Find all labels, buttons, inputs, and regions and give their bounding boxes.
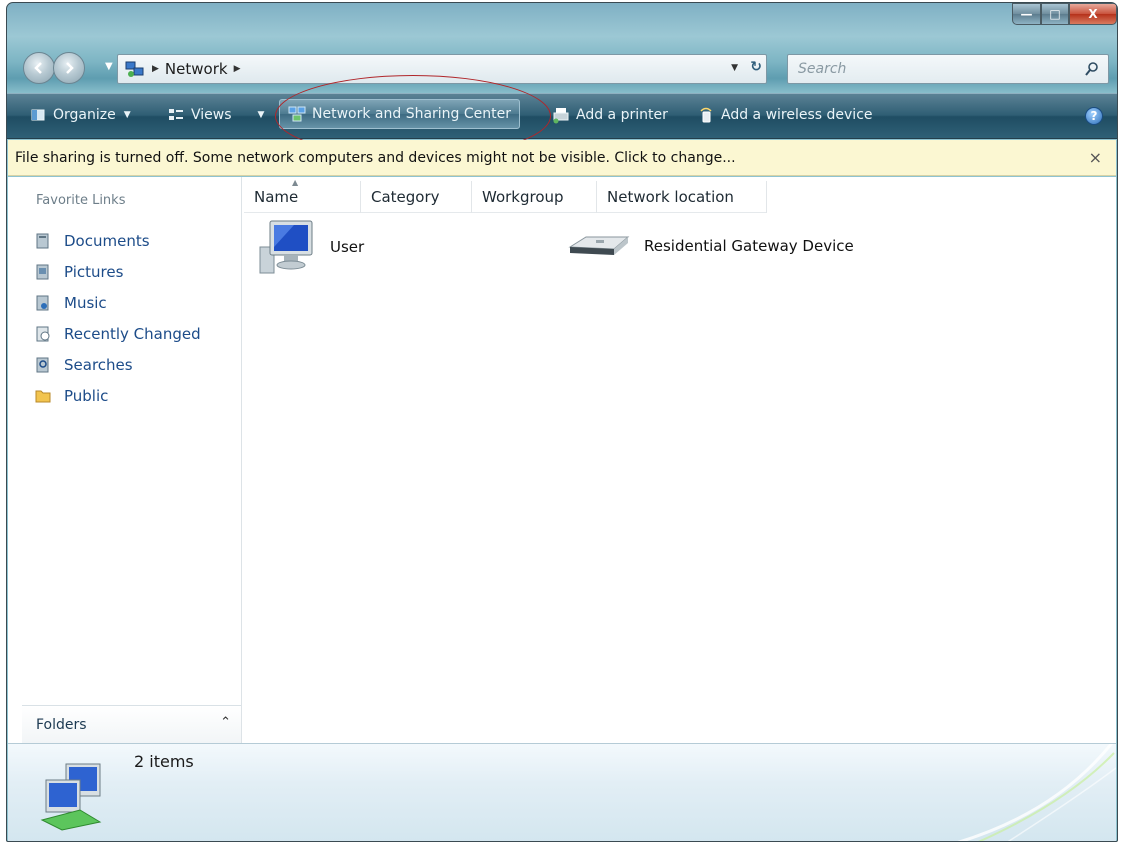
network-computers-icon [40, 763, 102, 831]
column-header-label: Name [254, 188, 299, 206]
views-button[interactable]: Views ▼ [167, 106, 264, 124]
content-area: Favorite Links Documents Pictures Music … [8, 177, 1116, 743]
caption-buttons: — □ X [1012, 3, 1117, 25]
recently-changed-icon [36, 326, 50, 341]
chevron-down-icon: ▼ [257, 110, 265, 120]
column-header-workgroup[interactable]: Workgroup [472, 181, 597, 213]
favorite-links-title: Favorite Links [36, 193, 126, 208]
pictures-icon [36, 264, 49, 279]
file-item-label: Residential Gateway Device [644, 237, 854, 255]
network-sharing-center-button[interactable]: Network and Sharing Center [279, 99, 521, 129]
searches-icon [36, 357, 49, 372]
organize-button[interactable]: Organize ▼ [29, 106, 131, 124]
help-icon[interactable]: ? [1085, 107, 1103, 125]
chevron-down-icon: ▼ [123, 110, 131, 120]
sidebar-item-label: Documents [64, 231, 150, 250]
navigation-pane: Favorite Links Documents Pictures Music … [22, 177, 242, 743]
music-icon [36, 295, 49, 310]
network-icon [124, 59, 146, 79]
decorative-swoosh [957, 744, 1116, 841]
network-sharing-center-label: Network and Sharing Center [312, 106, 512, 122]
forward-button[interactable] [53, 52, 85, 84]
back-arrow-icon [34, 62, 42, 74]
close-button[interactable]: X [1069, 3, 1117, 25]
address-bar[interactable]: ▶ Network ▶ ▼ ↻ [117, 54, 767, 84]
list-item[interactable]: Residential Gateway Device [566, 231, 854, 261]
forward-arrow-icon [66, 62, 74, 74]
explorer-window: — □ X ▼ ▶ Network ▶ ▼ ↻ Search Organize … [6, 2, 1118, 842]
sidebar-item-music[interactable]: Music [22, 287, 201, 318]
sidebar-item-public[interactable]: Public [22, 380, 201, 411]
item-count: 2 items [134, 752, 194, 771]
back-button[interactable] [23, 52, 55, 84]
add-printer-label: Add a printer [576, 107, 668, 123]
add-wireless-device-button[interactable]: Add a wireless device [697, 106, 873, 124]
network-sharing-center-icon [288, 106, 306, 122]
sidebar-item-label: Recently Changed [64, 324, 201, 343]
folders-toggle-bar[interactable]: Folders ⌃ [22, 705, 241, 743]
sidebar-item-label: Pictures [64, 262, 124, 281]
organize-label: Organize [53, 107, 116, 123]
chevron-up-icon[interactable]: ⌃ [220, 715, 231, 730]
breadcrumb-separator[interactable]: ▶ [234, 64, 241, 74]
folders-label: Folders [36, 716, 87, 733]
search-icon[interactable] [1084, 61, 1100, 77]
views-label: Views [191, 107, 232, 123]
details-pane: 2 items [8, 743, 1116, 841]
wireless-device-icon [700, 107, 712, 123]
search-placeholder: Search [798, 61, 847, 77]
navigation-row: ▼ ▶ Network ▶ ▼ ↻ Search [7, 47, 1117, 89]
organize-icon [31, 109, 45, 121]
printer-icon [553, 108, 569, 124]
sidebar-item-label: Music [64, 293, 107, 312]
sidebar-item-documents[interactable]: Documents [22, 225, 201, 256]
computer-icon [259, 220, 313, 274]
column-header-label: Network location [607, 188, 734, 206]
breadcrumb-network[interactable]: Network [165, 60, 228, 78]
views-icon [169, 109, 183, 120]
sidebar-item-searches[interactable]: Searches [22, 349, 201, 380]
sidebar-item-recently-changed[interactable]: Recently Changed [22, 318, 201, 349]
add-wireless-device-label: Add a wireless device [721, 107, 873, 123]
sort-indicator-icon: ▲ [292, 178, 299, 187]
sidebar-item-pictures[interactable]: Pictures [22, 256, 201, 287]
folder-icon [35, 390, 51, 402]
file-item-label: User [330, 238, 365, 256]
column-header-label: Category [371, 188, 440, 206]
column-header-category[interactable]: Category [361, 181, 472, 213]
column-headers: ▲ Name Category Workgroup Network locati… [244, 178, 767, 213]
add-printer-button[interactable]: Add a printer [552, 106, 668, 124]
minimize-button[interactable]: — [1012, 3, 1041, 25]
sidebar-item-label: Searches [64, 355, 133, 374]
list-item[interactable]: User [254, 217, 364, 277]
address-dropdown[interactable]: ▼ [731, 63, 738, 73]
router-icon [568, 236, 630, 255]
command-bar: Organize ▼ Views ▼ Network and Sharing C… [7, 93, 1117, 139]
recent-pages-dropdown[interactable]: ▼ [105, 61, 113, 72]
column-header-name[interactable]: ▲ Name [244, 178, 361, 213]
file-list-pane: ▲ Name Category Workgroup Network locati… [244, 177, 1116, 743]
infobar-message: File sharing is turned off. Some network… [15, 149, 736, 166]
favorite-links-list: Documents Pictures Music Recently Change… [22, 225, 201, 411]
information-bar[interactable]: File sharing is turned off. Some network… [8, 140, 1116, 176]
search-input[interactable]: Search [787, 54, 1109, 84]
documents-icon [36, 233, 49, 248]
sidebar-item-label: Public [64, 386, 109, 405]
column-header-label: Workgroup [482, 188, 564, 206]
breadcrumb-separator[interactable]: ▶ [152, 64, 159, 74]
close-icon[interactable]: × [1089, 148, 1102, 167]
maximize-button[interactable]: □ [1041, 3, 1069, 25]
column-header-network-location[interactable]: Network location [597, 181, 767, 213]
refresh-icon[interactable]: ↻ [750, 59, 762, 75]
